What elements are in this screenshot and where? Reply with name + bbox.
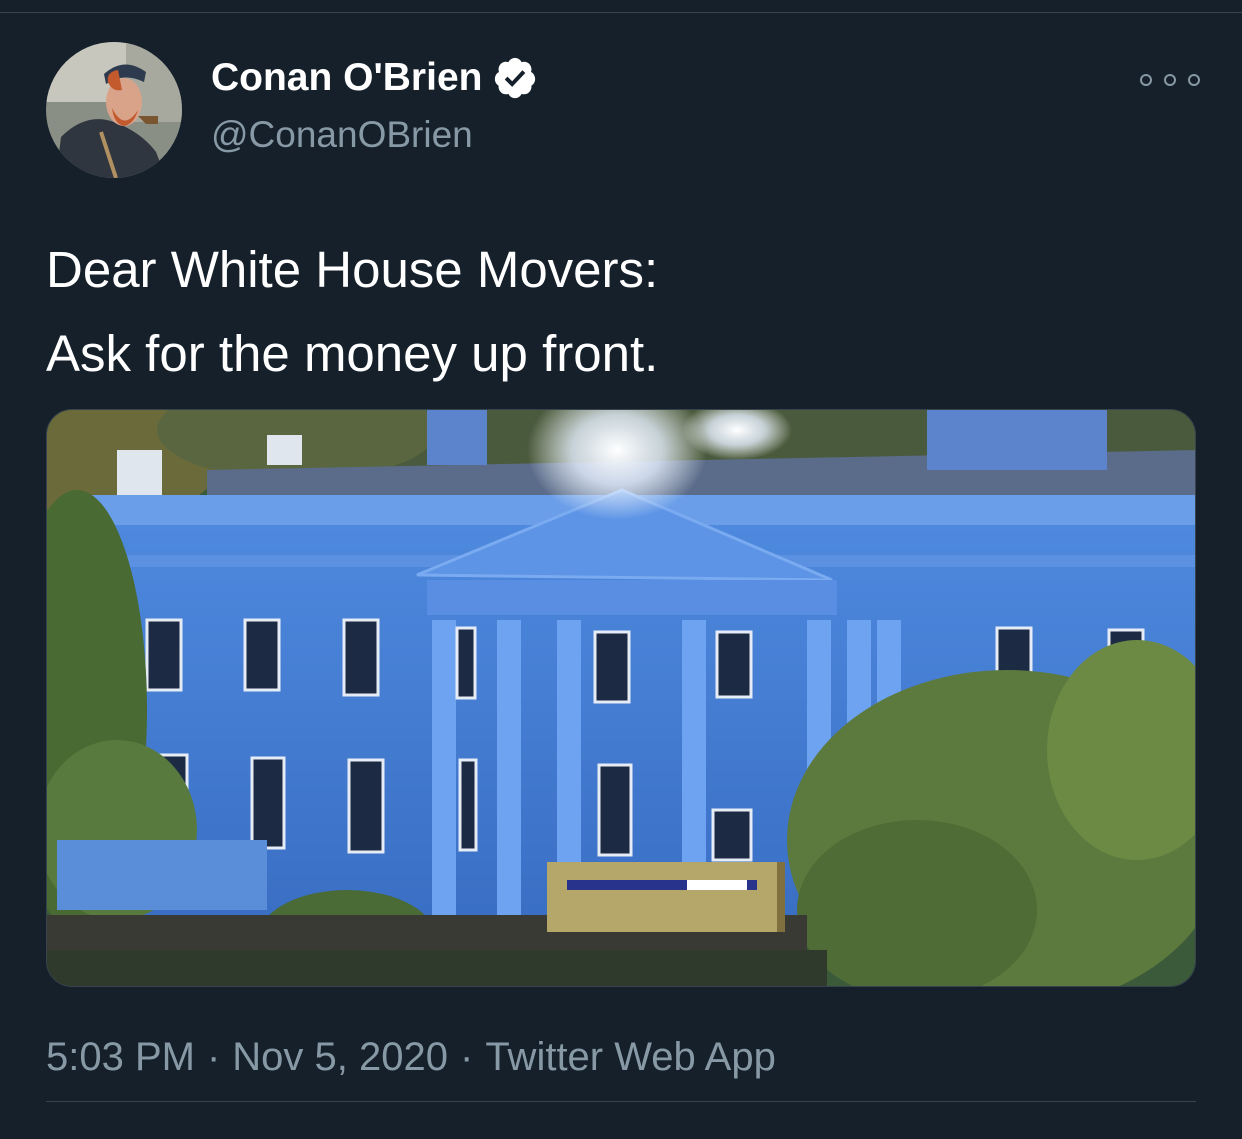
meta-separator: · <box>206 1035 221 1079</box>
bottom-divider <box>46 1101 1196 1102</box>
more-dot <box>1188 74 1200 86</box>
avatar-image <box>46 42 182 178</box>
avatar[interactable] <box>46 42 182 178</box>
white-house-photo <box>47 410 1195 986</box>
tweet-source[interactable]: Twitter Web App <box>485 1035 776 1079</box>
verified-badge-icon <box>495 57 536 99</box>
tweet-date[interactable]: Nov 5, 2020 <box>232 1035 448 1079</box>
more-dot <box>1164 74 1176 86</box>
tweet-text-line: Ask for the money up front. <box>46 325 659 382</box>
meta-separator: · <box>460 1035 474 1079</box>
top-divider <box>0 12 1242 13</box>
display-name-text: Conan O'Brien <box>211 56 483 99</box>
tweet-time[interactable]: 5:03 PM <box>46 1035 195 1079</box>
display-name[interactable]: Conan O'Brien <box>211 54 538 102</box>
tweet-metadata: 5:03 PM · Nov 5, 2020 · Twitter Web App <box>46 1032 776 1082</box>
tweet-text: Dear White House Movers: Ask for the mon… <box>46 228 1196 396</box>
tweet-media-image[interactable] <box>46 409 1196 987</box>
more-options-icon[interactable] <box>1140 68 1200 92</box>
more-dot <box>1140 74 1152 86</box>
tweet-text-line: Dear White House Movers: <box>46 241 659 298</box>
username-handle[interactable]: @ConanOBrien <box>211 112 473 158</box>
